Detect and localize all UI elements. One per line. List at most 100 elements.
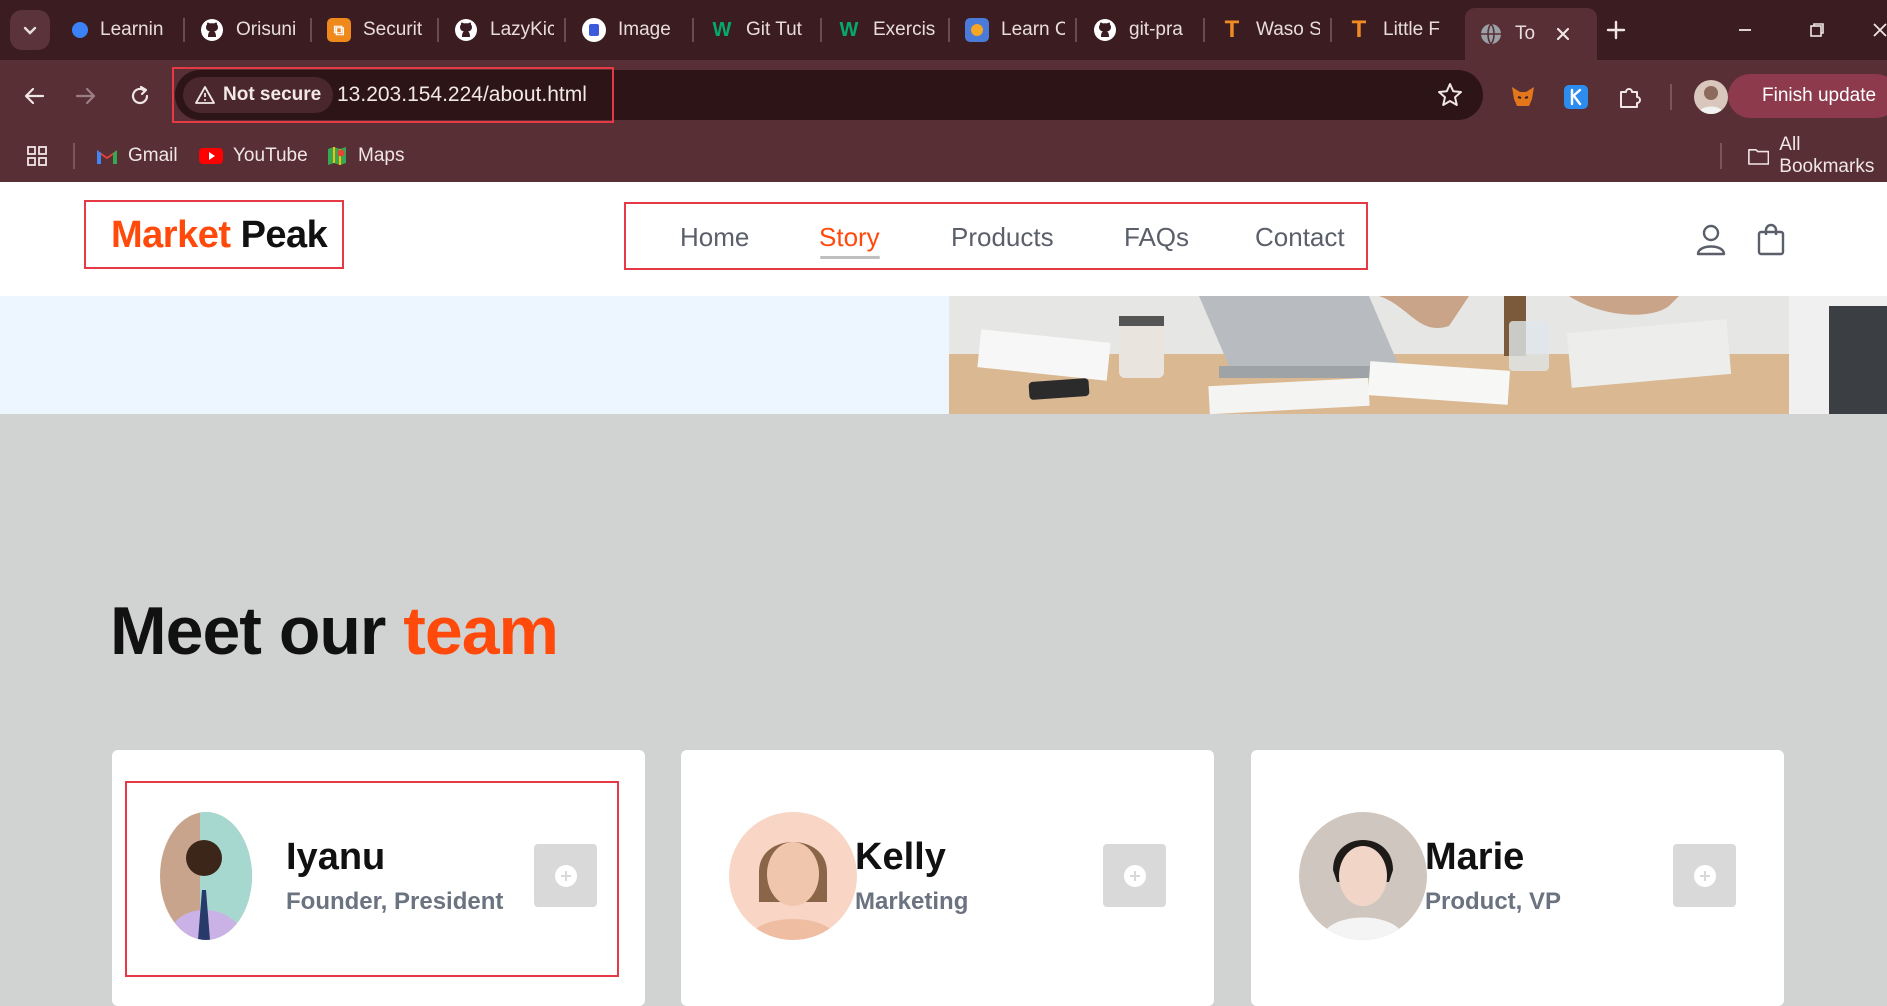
cart-button[interactable] [1756, 222, 1788, 256]
all-bookmarks-button[interactable]: All Bookmarks [1748, 134, 1887, 177]
gmail-icon [97, 150, 117, 164]
puzzle-icon [1620, 88, 1641, 108]
tab-separator [1330, 18, 1332, 42]
w3schools-icon: W [839, 18, 859, 41]
tab-label: Securit [363, 19, 423, 40]
nav-contact[interactable]: Contact [1255, 222, 1345, 253]
k-icon [1564, 85, 1588, 109]
restore-button[interactable] [1797, 12, 1837, 48]
k-extension[interactable] [1559, 80, 1593, 114]
tab-orisuni[interactable]: Orisuni [200, 10, 300, 50]
hero-image [949, 296, 1887, 414]
member-role: Marketing [855, 888, 969, 915]
tab-label: Learn C [1001, 19, 1065, 40]
tab-active[interactable]: To [1465, 8, 1597, 60]
reload-button[interactable] [122, 78, 158, 114]
team-section-title: Meet our team [110, 592, 559, 670]
account-button[interactable] [1694, 222, 1728, 256]
finish-update-button[interactable]: Finish update [1728, 74, 1887, 118]
tab-lazykick[interactable]: LazyKic [454, 10, 554, 50]
person-photo [729, 812, 857, 940]
nav-faqs[interactable]: FAQs [1124, 222, 1189, 253]
forward-arrow-icon [75, 87, 96, 105]
nav-story[interactable]: Story [819, 222, 880, 253]
github-icon [1094, 19, 1116, 41]
tab-label: git-pra [1129, 19, 1183, 40]
close-window-button[interactable] [1860, 12, 1887, 48]
w3schools-icon: W [712, 18, 732, 41]
all-bookmarks-label: All Bookmarks [1779, 134, 1875, 177]
bookmark-label: Maps [358, 145, 405, 166]
avatar-icon [1698, 86, 1724, 114]
member-role: Product, VP [1425, 888, 1562, 915]
t-icon: T [1224, 16, 1240, 43]
back-button[interactable] [16, 78, 52, 114]
close-icon [1873, 23, 1887, 37]
expand-member-button[interactable] [1103, 844, 1166, 907]
user-icon [1696, 224, 1726, 256]
shopping-bag-icon [1757, 223, 1785, 256]
metamask-extension[interactable] [1506, 80, 1540, 114]
extensions-button[interactable] [1613, 80, 1647, 114]
back-arrow-icon [24, 87, 45, 105]
nav-active-underline [820, 256, 880, 259]
github-icon [455, 19, 477, 41]
profile-avatar[interactable] [1694, 80, 1728, 114]
github-icon [201, 19, 223, 41]
tab-label: Little F [1383, 19, 1441, 40]
reload-icon [131, 85, 149, 105]
tab-label: To [1515, 23, 1536, 44]
bookmark-maps[interactable]: Maps [326, 143, 404, 169]
tab-security[interactable]: ⧉ Securit [327, 10, 427, 50]
tab-search-button[interactable] [10, 10, 50, 50]
fox-icon [1512, 87, 1534, 106]
person-photo [1299, 812, 1427, 940]
forward-button[interactable] [68, 78, 104, 114]
bookmark-gmail[interactable]: Gmail [96, 143, 178, 169]
tab-exercise[interactable]: W Exercis [837, 10, 937, 50]
maps-icon [328, 147, 346, 165]
globe-icon [1481, 23, 1501, 46]
tab-git-tutorial[interactable]: W Git Tut [710, 10, 810, 50]
expand-member-button[interactable] [1673, 844, 1736, 907]
toolbar-divider [1670, 84, 1672, 110]
tab-label: LazyKic [490, 19, 554, 40]
restore-icon [1810, 23, 1824, 37]
tab-label: Orisuni [236, 19, 297, 40]
member-name: Marie [1425, 836, 1525, 878]
tab-git-practice[interactable]: git-pra [1093, 10, 1193, 50]
minimize-button[interactable] [1725, 12, 1765, 48]
team-card: Marie Product, VP [1251, 750, 1784, 1006]
grid-icon [27, 146, 47, 166]
learn-icon [965, 18, 989, 42]
nav-products[interactable]: Products [951, 222, 1054, 253]
docs-icon [582, 18, 606, 42]
youtube-icon [199, 148, 223, 164]
bookmark-divider [73, 143, 75, 169]
nav-home[interactable]: Home [680, 222, 749, 253]
tab-label: Git Tut [746, 19, 802, 40]
tab-waso[interactable]: T Waso S [1220, 10, 1320, 50]
title-part-team: team [403, 593, 559, 669]
folder-icon [1748, 148, 1770, 165]
tab-learn[interactable]: Learn C [965, 10, 1065, 50]
tab-label: Exercis [873, 19, 936, 40]
tab-learning[interactable]: Learnin [72, 10, 172, 50]
member-name: Kelly [855, 836, 946, 878]
close-icon[interactable] [1555, 26, 1571, 42]
avatar [1299, 812, 1427, 940]
bookmark-youtube[interactable]: YouTube [199, 143, 308, 169]
plus-circle-icon [1693, 864, 1716, 887]
chevron-down-icon [23, 26, 37, 35]
bookmark-star-button[interactable] [1437, 82, 1463, 108]
new-tab-button[interactable] [1598, 12, 1634, 48]
tab-separator [564, 18, 566, 42]
logo-part-market: Market [111, 214, 231, 256]
tab-image[interactable]: Image [582, 10, 682, 50]
site-logo[interactable]: Market Peak [111, 214, 328, 257]
finish-update-label: Finish update [1762, 85, 1877, 106]
apps-button[interactable] [26, 143, 48, 169]
tab-little[interactable]: T Little F [1347, 10, 1447, 50]
bookmark-label: Gmail [128, 145, 178, 166]
plus-icon [1606, 20, 1626, 40]
